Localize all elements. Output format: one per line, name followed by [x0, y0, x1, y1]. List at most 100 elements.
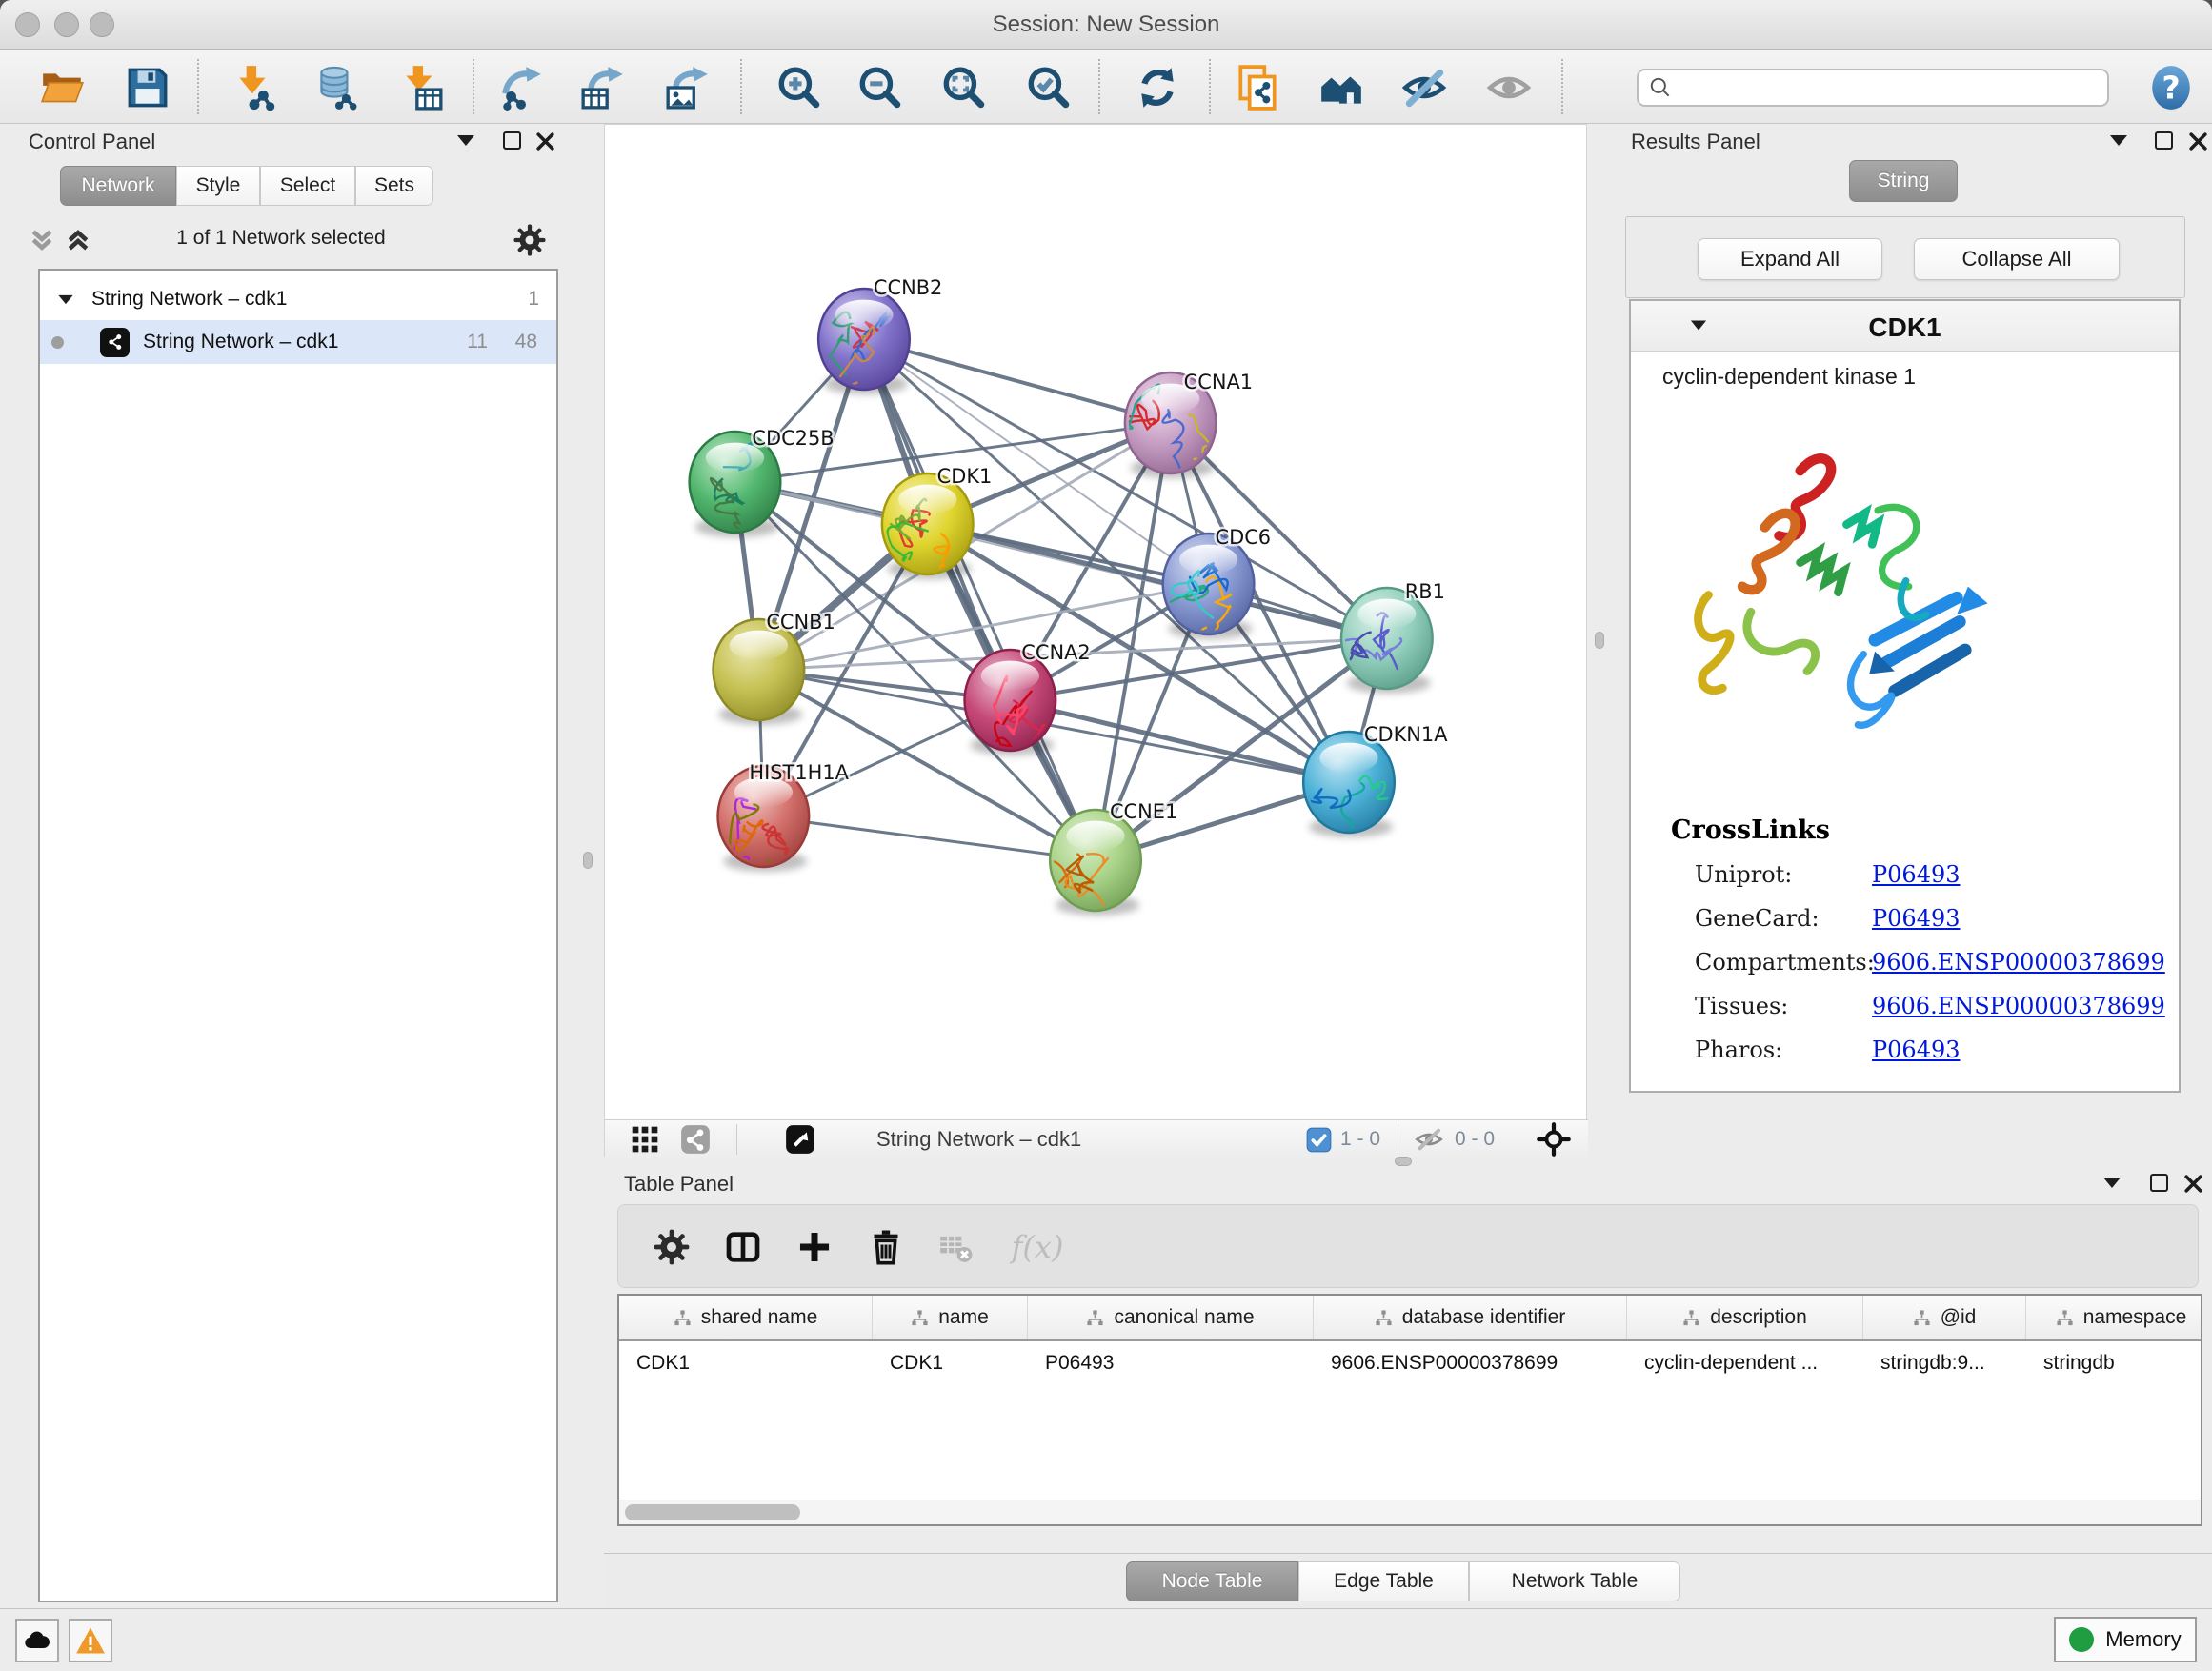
expand-all-icon[interactable]	[65, 227, 91, 253]
warnings-button[interactable]	[69, 1619, 112, 1662]
node-CDC25B[interactable]: CDC25B	[690, 427, 835, 538]
tab-edge-table[interactable]: Edge Table	[1298, 1561, 1469, 1601]
column-header-shared-name[interactable]: shared name	[619, 1296, 873, 1339]
results-panel-float-button[interactable]	[2155, 131, 2173, 150]
first-neighbors-button[interactable]	[1316, 62, 1367, 113]
apply-layout-button[interactable]	[1132, 62, 1183, 113]
table-panel-float-button[interactable]	[2150, 1174, 2168, 1192]
hierarchy-icon	[1682, 1309, 1700, 1327]
tab-sets[interactable]: Sets	[355, 166, 433, 206]
table-row[interactable]: CDK1CDK1P064939606.ENSP00000378699cyclin…	[619, 1343, 2202, 1383]
show-columns-button[interactable]	[722, 1226, 764, 1268]
control-panel-menu-button[interactable]	[457, 135, 474, 146]
table-cell[interactable]: 9606.ENSP00000378699	[1314, 1343, 1627, 1383]
node-CCNA2[interactable]: CCNA2	[965, 641, 1091, 755]
column-header-canonical-name[interactable]: canonical name	[1028, 1296, 1314, 1339]
expand-all-button[interactable]: Expand All	[1698, 238, 1882, 280]
network-type-button[interactable]	[679, 1120, 712, 1158]
node-CCNE1[interactable]: CCNE1	[1030, 800, 1177, 916]
table-cell[interactable]: stringdb:9...	[1863, 1343, 2026, 1383]
node-RB1[interactable]: RB1	[1334, 580, 1445, 694]
open-session-button[interactable]	[37, 62, 89, 113]
crosslink-link[interactable]: P06493	[1872, 861, 1961, 888]
tab-network-table[interactable]: Network Table	[1469, 1561, 1680, 1601]
column-header-namespace[interactable]: namespace	[2026, 1296, 2202, 1339]
results-panel-menu-button[interactable]	[2110, 135, 2127, 146]
zoom-selected-button[interactable]	[1022, 62, 1074, 113]
export-image-button[interactable]	[662, 62, 714, 113]
column-header-@id[interactable]: @id	[1863, 1296, 2026, 1339]
save-session-button[interactable]	[122, 62, 173, 113]
birdseye-grid-button[interactable]	[630, 1120, 660, 1158]
delete-column-button[interactable]	[865, 1226, 907, 1268]
column-header-database-identifier[interactable]: database identifier	[1314, 1296, 1627, 1339]
table-cell[interactable]: P06493	[1028, 1343, 1314, 1383]
zoom-in-button[interactable]	[773, 62, 824, 113]
results-panel-close-button[interactable]	[2188, 131, 2208, 151]
table-cell[interactable]: cyclin-dependent ...	[1627, 1343, 1863, 1383]
gene-section-header[interactable]: CDK1	[1631, 301, 2179, 352]
edge-CCNB2-CCNE1[interactable]	[864, 339, 1096, 860]
node-label-CDC6: CDC6	[1216, 526, 1272, 549]
node-CDC6[interactable]: CDC6	[1147, 526, 1271, 639]
table-horizontal-scrollbar[interactable]	[619, 1500, 2201, 1524]
crosslink-link[interactable]: 9606.ENSP00000378699	[1872, 993, 2165, 1019]
show-all-button[interactable]	[1483, 62, 1535, 113]
table-settings-button[interactable]	[651, 1226, 693, 1268]
left-splitter-handle[interactable]	[583, 852, 593, 869]
hide-selected-button[interactable]	[1398, 62, 1450, 113]
table-cell[interactable]: CDK1	[619, 1343, 873, 1383]
zoom-fit-button[interactable]	[937, 62, 989, 113]
search-input[interactable]	[1673, 75, 2082, 100]
control-panel-float-button[interactable]	[503, 131, 521, 150]
network-collection-row[interactable]: String Network – cdk1 1	[40, 278, 556, 320]
column-header-name[interactable]: name	[873, 1296, 1028, 1339]
node-HIST1H1A[interactable]: HIST1H1A	[718, 761, 850, 876]
export-table-button[interactable]	[577, 62, 629, 113]
scrollbar-thumb[interactable]	[625, 1504, 800, 1520]
clone-network-button[interactable]	[1232, 62, 1283, 113]
node-CCNA1[interactable]: CCNA1	[1087, 371, 1253, 485]
gear-icon[interactable]	[513, 223, 547, 257]
fit-target-button[interactable]	[1537, 1120, 1571, 1158]
tab-style[interactable]: Style	[176, 166, 260, 206]
column-header-description[interactable]: description	[1627, 1296, 1863, 1339]
import-table-button[interactable]	[395, 62, 447, 113]
tab-string[interactable]: String	[1849, 160, 1958, 202]
control-panel-close-button[interactable]	[535, 131, 555, 151]
tab-network[interactable]: Network	[60, 166, 176, 206]
node-CDK1[interactable]: CDK1	[882, 465, 992, 592]
right-splitter-handle[interactable]	[1595, 632, 1604, 649]
table-cell[interactable]: stringdb	[2026, 1343, 2202, 1383]
memory-button[interactable]: Memory	[2054, 1617, 2197, 1662]
table-panel-menu-button[interactable]	[2103, 1178, 2121, 1188]
collapse-all-button[interactable]: Collapse All	[1914, 238, 2120, 280]
edge-HIST1H1A-CCNE1[interactable]	[763, 816, 1096, 860]
tab-select[interactable]: Select	[260, 166, 355, 206]
add-column-button[interactable]	[794, 1226, 835, 1268]
collapse-all-icon[interactable]	[29, 227, 55, 253]
network-canvas[interactable]: CCNB2CCNA1CDC25BCDK1CDC6RB1CCNB1CCNA2CDK…	[605, 125, 1588, 1119]
import-network-button[interactable]	[229, 62, 280, 113]
tree-expander-icon[interactable]	[58, 294, 72, 303]
tab-node-table[interactable]: Node Table	[1126, 1561, 1298, 1601]
open-in-window-button[interactable]	[784, 1120, 816, 1158]
cloud-status-button[interactable]	[15, 1619, 59, 1662]
crosslink-link[interactable]: P06493	[1872, 905, 1961, 932]
help-button[interactable]: ?	[2145, 62, 2197, 113]
edge-CDK1-RB1[interactable]	[928, 524, 1387, 638]
crosslink-link[interactable]: 9606.ENSP00000378699	[1872, 949, 2165, 976]
node-CCNB2[interactable]: CCNB2	[818, 276, 942, 394]
table-panel-close-button[interactable]	[2183, 1174, 2203, 1194]
bottom-splitter-handle[interactable]	[1395, 1157, 1412, 1166]
zoom-out-button[interactable]	[854, 62, 905, 113]
selected-checkbox[interactable]	[1306, 1120, 1332, 1158]
import-network-database-button[interactable]	[311, 62, 362, 113]
export-network-button[interactable]	[495, 62, 547, 113]
crosslink-link[interactable]: P06493	[1872, 1037, 1961, 1063]
network-row-selected[interactable]: String Network – cdk1 11 48	[40, 320, 556, 364]
netbar-separator	[736, 1124, 737, 1155]
close-icon	[2183, 1174, 2203, 1194]
gear-icon	[653, 1228, 691, 1266]
table-cell[interactable]: CDK1	[873, 1343, 1028, 1383]
